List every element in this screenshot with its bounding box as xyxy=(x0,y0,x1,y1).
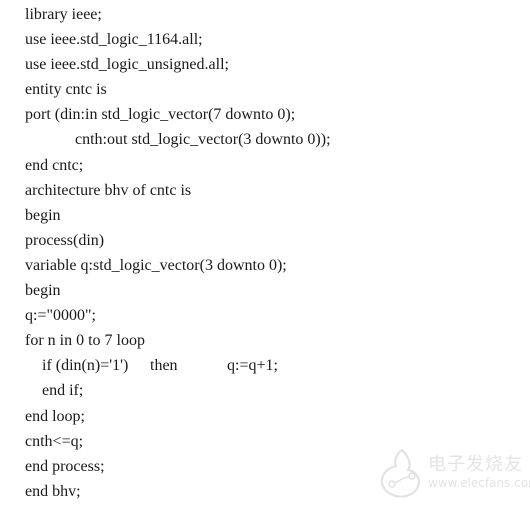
code-line: begin xyxy=(25,206,61,224)
increment-statement: q:=q+1; xyxy=(227,357,278,375)
code-line: process(din) xyxy=(25,231,105,249)
code-line: library ieee; xyxy=(25,6,102,23)
code-line: end if; xyxy=(42,382,84,400)
code-line: use ieee.std_logic_1164.all; xyxy=(25,31,203,49)
code-line: begin xyxy=(25,282,61,300)
elecfans-logo-icon xyxy=(380,448,420,498)
watermark-name: 电子发烧友 xyxy=(428,454,523,475)
vhdl-code-block: library ieee; use ieee.std_logic_1164.al… xyxy=(25,2,331,504)
code-line: cnth:out std_logic_vector(3 downto 0)); xyxy=(75,131,331,149)
if-condition: if (din(n)='1') xyxy=(42,357,129,375)
then-keyword: then xyxy=(150,357,178,375)
code-line: architecture bhv of cntc is xyxy=(25,181,192,199)
code-line: cnth<=q; xyxy=(25,432,84,450)
code-line: end loop; xyxy=(25,407,85,425)
code-line: end bhv; xyxy=(25,482,81,500)
code-line: use ieee.std_logic_unsigned.all; xyxy=(25,56,229,74)
code-line: for n in 0 to 7 loop xyxy=(25,332,145,350)
code-line: variable q:std_logic_vector(3 downto 0); xyxy=(25,256,287,274)
code-line: end process; xyxy=(25,457,105,475)
code-line-if: if (din(n)='1') then q:=q+1; xyxy=(25,353,331,378)
code-line: port (din:in std_logic_vector(7 downto 0… xyxy=(25,106,296,124)
code-line: entity cntc is xyxy=(25,81,107,99)
code-line: q:="0000"; xyxy=(25,307,96,325)
elecfans-watermark: 电子发烧友 www.elecfans.com xyxy=(378,446,530,502)
code-line: end cntc; xyxy=(25,156,84,174)
watermark-url: www.elecfans.com xyxy=(428,476,530,490)
